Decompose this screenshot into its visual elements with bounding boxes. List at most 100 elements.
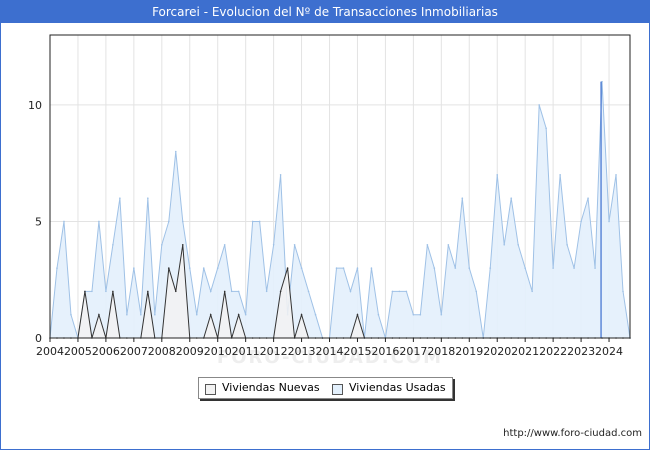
data-point-usadas (147, 197, 149, 199)
data-point-usadas (433, 267, 436, 269)
data-point-nuevas (300, 313, 303, 316)
data-point-usadas (608, 220, 610, 223)
x-tick-label: 2019 (455, 345, 483, 358)
legend-swatch-usadas (332, 384, 343, 395)
data-point-nuevas (174, 290, 177, 293)
x-tick-label: 2020 (483, 345, 511, 358)
data-point-nuevas (209, 313, 212, 316)
data-point-usadas (524, 267, 526, 269)
data-point-usadas (405, 290, 408, 293)
data-point-usadas (216, 267, 219, 269)
data-point-usadas (265, 290, 268, 293)
x-tick-label: 2012 (260, 345, 288, 358)
data-point-usadas (622, 290, 624, 293)
legend-label-usadas: Viviendas Usadas (349, 381, 446, 394)
x-tick-label: 2014 (316, 345, 344, 358)
data-point-usadas (133, 267, 135, 269)
x-tick-label: 2017 (399, 345, 427, 358)
data-point-usadas (154, 313, 156, 316)
data-point-usadas (56, 267, 58, 269)
data-point-usadas (447, 243, 450, 246)
data-point-usadas (412, 313, 415, 316)
data-point-usadas (594, 267, 596, 269)
data-point-usadas (503, 243, 506, 246)
data-point-usadas (237, 290, 240, 293)
data-point-usadas (440, 313, 443, 316)
y-tick-label: 5 (35, 215, 42, 228)
data-point-usadas (538, 104, 540, 106)
data-point-usadas (468, 267, 471, 269)
data-point-usadas (419, 313, 422, 316)
data-point-usadas (314, 313, 317, 316)
data-point-nuevas (279, 290, 282, 293)
data-point-usadas (293, 243, 296, 246)
data-point-usadas (181, 220, 184, 223)
x-tick-label: 2022 (539, 345, 567, 358)
x-tick-label: 2011 (232, 345, 260, 358)
x-tick-label: 2016 (371, 345, 399, 358)
data-point-usadas (258, 220, 261, 223)
data-point-usadas (370, 267, 373, 269)
data-point-usadas (112, 243, 114, 246)
data-point-usadas (377, 313, 380, 316)
x-tick-label: 2024 (595, 345, 623, 358)
legend-label-nuevas: Viviendas Nuevas (222, 381, 320, 394)
data-point-usadas (251, 220, 254, 223)
data-point-usadas (91, 290, 93, 293)
data-point-usadas (489, 267, 492, 269)
data-point-usadas (223, 243, 226, 246)
data-point-usadas (517, 243, 519, 246)
data-point-usadas (552, 267, 554, 269)
data-point-usadas (559, 174, 561, 176)
x-tick-label: 2005 (64, 345, 92, 358)
data-point-usadas (161, 243, 163, 246)
data-point-usadas (545, 127, 547, 130)
x-tick-label: 2021 (511, 345, 539, 358)
x-tick-label: 2023 (567, 345, 595, 358)
data-point-usadas (461, 197, 464, 199)
x-tick-label: 2009 (176, 345, 204, 358)
data-point-nuevas (167, 267, 170, 269)
data-point-usadas (454, 267, 457, 269)
data-point-usadas (580, 220, 582, 223)
data-point-usadas (615, 174, 617, 176)
data-point-nuevas (147, 290, 149, 293)
source-link[interactable]: http://www.foro-ciudad.com (503, 428, 642, 439)
x-tick-label: 2010 (204, 345, 232, 358)
data-point-usadas (398, 290, 401, 293)
data-point-usadas (391, 290, 394, 293)
x-tick-label: 2006 (92, 345, 120, 358)
data-point-usadas (426, 243, 429, 246)
data-point-usadas (202, 267, 205, 269)
x-tick-label: 2018 (427, 345, 455, 358)
data-point-usadas (475, 290, 478, 293)
data-point-usadas (587, 197, 589, 199)
data-point-nuevas (84, 290, 86, 293)
data-point-usadas (126, 313, 128, 316)
data-point-usadas (496, 174, 499, 176)
x-tick-label: 2013 (288, 345, 316, 358)
data-point-usadas (209, 290, 212, 293)
data-point-usadas (63, 220, 65, 223)
data-point-usadas (244, 313, 247, 316)
data-point-nuevas (286, 267, 289, 269)
data-point-usadas (140, 313, 142, 316)
data-point-usadas (70, 313, 72, 316)
data-point-nuevas (98, 313, 100, 316)
data-point-usadas (573, 267, 575, 269)
data-point-nuevas (112, 290, 114, 293)
data-point-usadas (307, 290, 310, 293)
data-point-usadas (349, 290, 352, 293)
x-tick-label: 2007 (120, 345, 148, 358)
data-point-usadas (356, 267, 359, 269)
data-point-usadas (566, 243, 568, 246)
data-point-usadas (174, 150, 177, 153)
legend: Viviendas Nuevas Viviendas Usadas (198, 377, 453, 399)
data-point-nuevas (223, 290, 226, 293)
data-point-usadas (279, 174, 282, 176)
data-point-nuevas (237, 313, 240, 316)
x-tick-label: 2008 (148, 345, 176, 358)
legend-swatch-nuevas (205, 384, 216, 395)
data-point-usadas (188, 267, 191, 269)
y-tick-label: 0 (35, 332, 42, 345)
